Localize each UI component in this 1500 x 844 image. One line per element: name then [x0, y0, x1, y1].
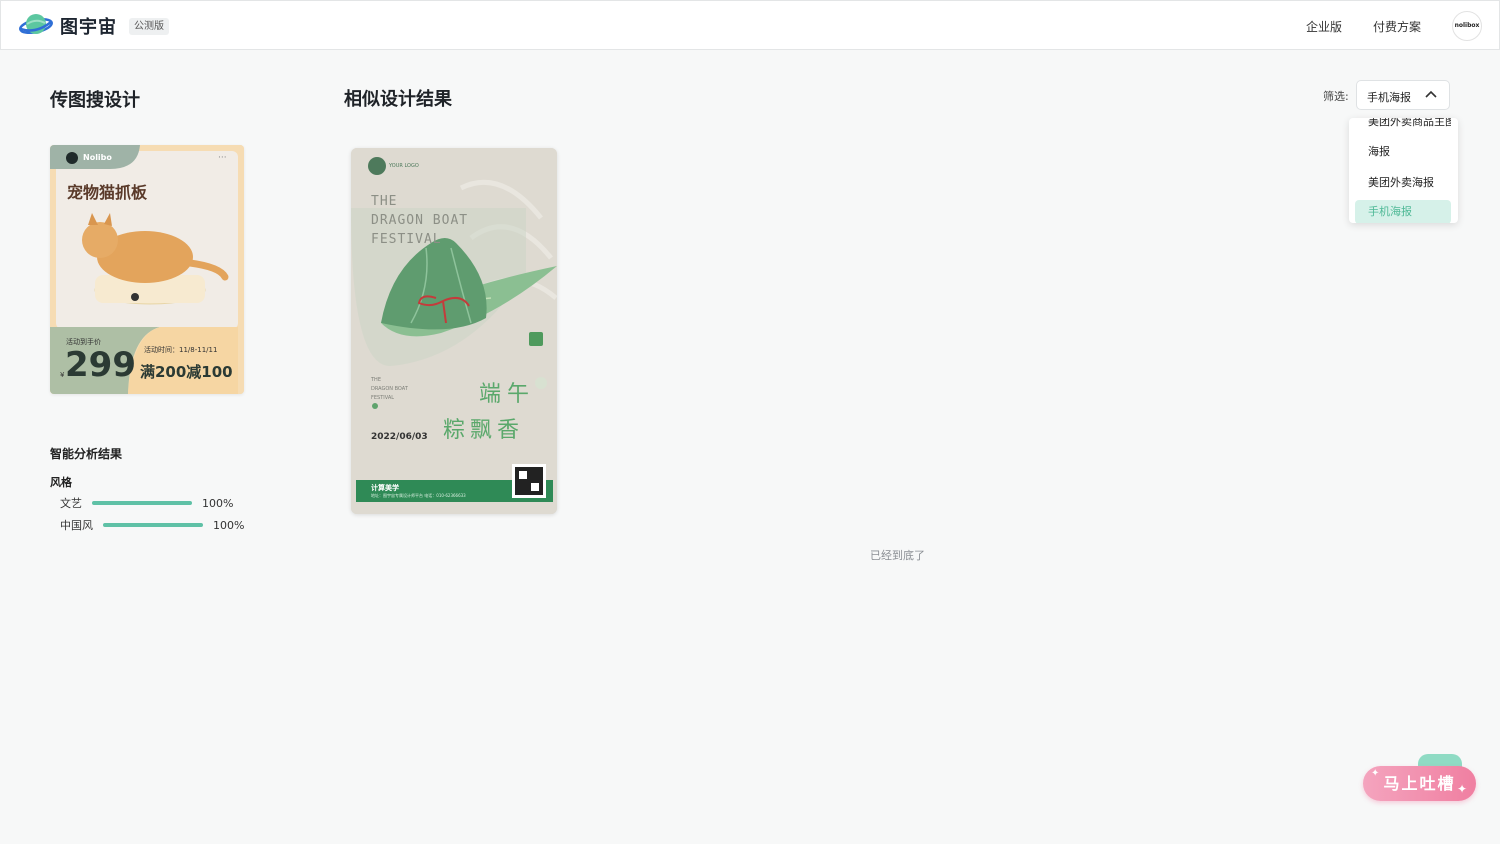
small-en-line: DRAGON BOAT	[371, 386, 408, 392]
poster-currency: ¥	[60, 371, 65, 379]
small-en-line: THE	[371, 377, 381, 383]
poster-english-title: THE DRAGON BOAT FESTIVAL	[371, 192, 468, 249]
planet-logo-icon[interactable]	[19, 12, 53, 38]
feedback-label: 马上吐槽	[1383, 774, 1456, 793]
sparkle-icon: ✦	[1371, 768, 1380, 779]
poster-small-english: THE DRAGON BOAT FESTIVAL	[371, 376, 408, 403]
chevron-up-icon	[1425, 90, 1437, 98]
poster-footer-info: 地址：图宇宙专属设计师平台 电话：010-62366633	[371, 493, 466, 498]
filter-option[interactable]: 美团外卖海报	[1355, 171, 1451, 195]
filter-label: 筛选:	[1323, 90, 1349, 103]
beta-badge: 公测版	[129, 18, 169, 35]
style-title: 风格	[50, 476, 72, 489]
poster-more-icon: ···	[218, 153, 227, 163]
end-of-list-message: 已经到底了	[870, 549, 925, 562]
small-en-line: FESTIVAL	[371, 395, 395, 401]
nav-pricing[interactable]: 付费方案	[1373, 18, 1421, 35]
poster-brand: Nolibo	[83, 153, 112, 162]
filter-select[interactable]: 手机海报	[1356, 80, 1450, 110]
style-tag-percent: 100%	[202, 496, 234, 510]
style-tag-bar	[92, 501, 192, 505]
en-title-line: DRAGON BOAT	[371, 213, 469, 228]
result-design-card[interactable]: YOUR LOGO THE DRAGON BOAT FESTIVAL THE D…	[351, 148, 557, 514]
poster-logo-text: YOUR LOGO	[389, 163, 419, 169]
filter-dropdown: 美团外卖商品主图 海报 美团外卖海报 手机海报	[1349, 118, 1458, 223]
style-tag-row: 中国风 100%	[60, 517, 244, 533]
nav-enterprise[interactable]: 企业版	[1306, 18, 1342, 35]
poster-time: 活动时间：11/8-11/11	[144, 346, 218, 354]
brand-name[interactable]: 图宇宙	[60, 13, 117, 39]
style-tag-bar	[103, 523, 203, 527]
poster-cn-line2: 粽飘香	[443, 418, 525, 443]
filter-option[interactable]: 美团外卖商品主图	[1355, 118, 1451, 134]
avatar[interactable]: nolibox	[1452, 11, 1482, 41]
filter-option-selected[interactable]: 手机海报	[1355, 200, 1451, 223]
poster-footer-brand: 计算美学	[371, 484, 399, 492]
filter-option[interactable]: 海报	[1355, 140, 1451, 164]
en-title-line: FESTIVAL	[371, 232, 442, 247]
poster-cn-line1: 端午	[479, 382, 536, 407]
style-tag-label: 中国风	[60, 519, 93, 532]
poster-price: 299	[65, 345, 136, 385]
sparkle-icon: ✦	[1457, 782, 1468, 796]
poster-date: 2022/06/03	[371, 432, 428, 442]
style-tag-percent: 100%	[213, 518, 245, 532]
analysis-title: 智能分析结果	[50, 447, 123, 461]
style-tag-label: 文艺	[60, 497, 82, 510]
results-section-title: 相似设计结果	[344, 89, 452, 110]
filter-selected-value: 手机海报	[1367, 91, 1411, 104]
poster-title: 宠物猫抓板	[67, 183, 148, 202]
poster-promo: 满200减100	[140, 363, 233, 381]
uploaded-design-card[interactable]: Nolibo ··· 宠物猫抓板 活动到手价 ¥ 299 活动时间：11/8-1…	[50, 145, 244, 394]
upload-section-title: 传图搜设计	[50, 90, 140, 111]
top-header: 图宇宙 公测版 企业版 付费方案 nolibox	[0, 0, 1500, 50]
en-title-line: THE	[371, 194, 398, 209]
style-tag-row: 文艺 100%	[60, 495, 233, 511]
